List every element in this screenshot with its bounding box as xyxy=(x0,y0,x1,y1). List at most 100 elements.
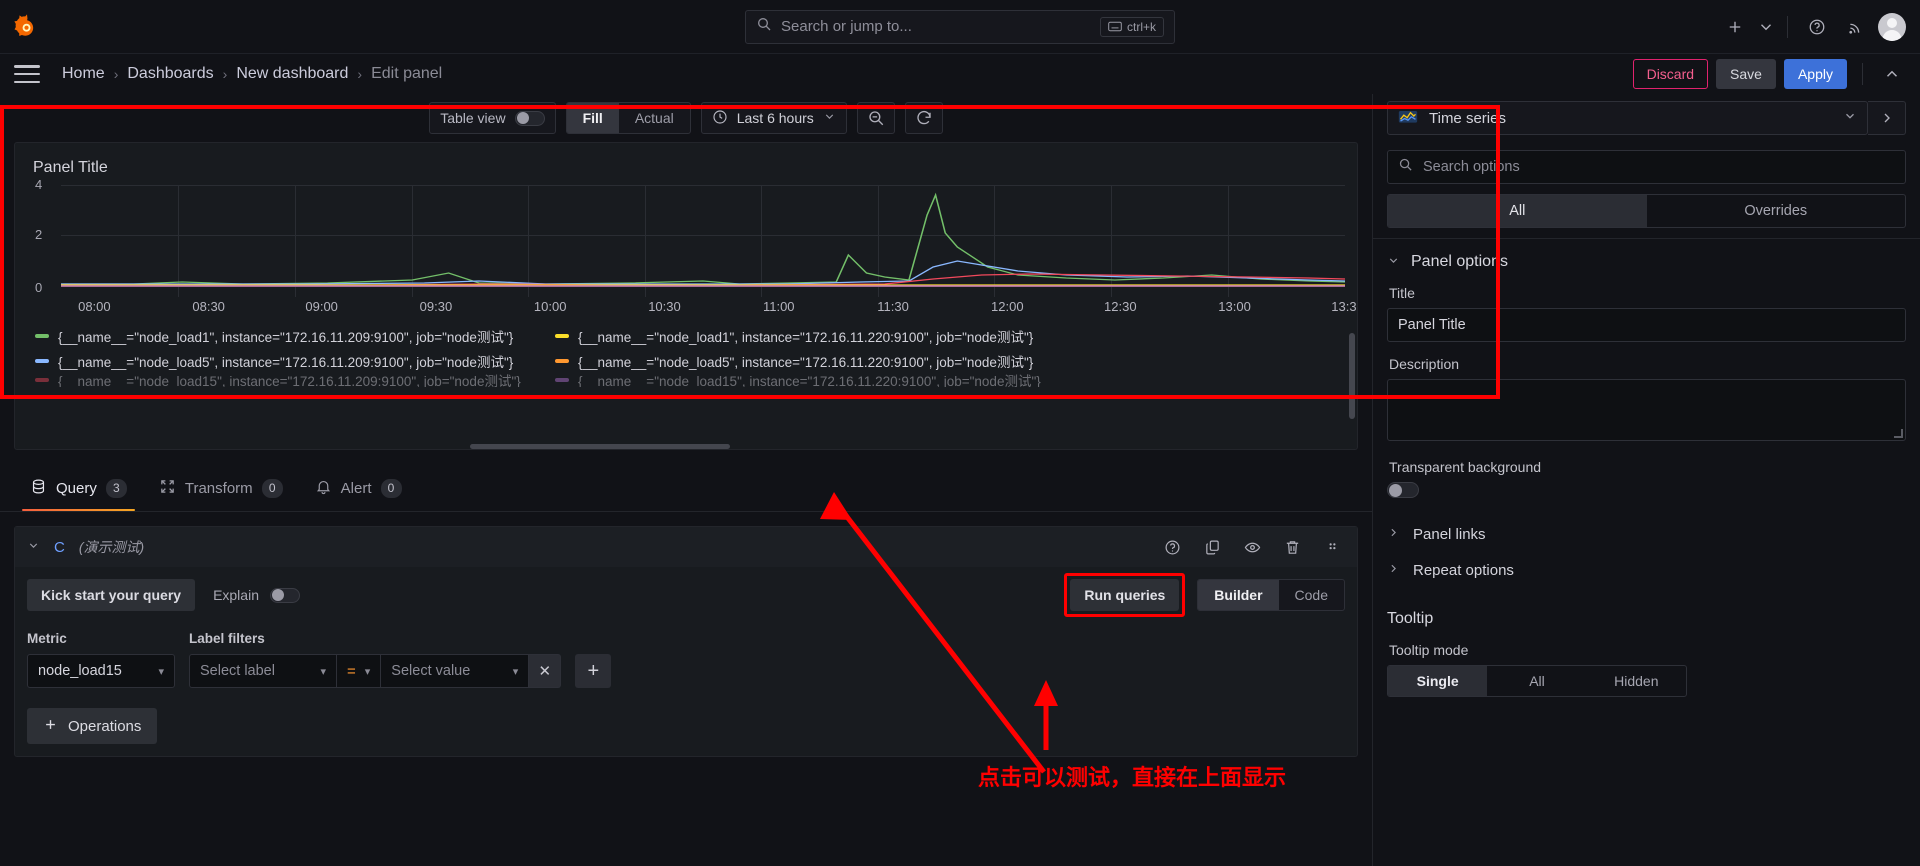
table-view-label: Table view xyxy=(440,110,506,126)
bell-icon xyxy=(315,478,332,499)
panel-options-section-header[interactable]: Panel options xyxy=(1387,253,1906,271)
breadcrumb-separator: › xyxy=(357,66,363,82)
run-queries-button[interactable]: Run queries xyxy=(1070,579,1180,611)
zoom-out-group xyxy=(856,102,895,134)
operations-button[interactable]: Operations xyxy=(27,708,158,744)
help-icon[interactable] xyxy=(1800,10,1834,44)
tab-alert[interactable]: Alert 0 xyxy=(299,465,418,511)
options-search-input[interactable]: Search options xyxy=(1387,150,1906,184)
options-tabs: All Overrides xyxy=(1387,194,1906,228)
remove-label-filter-button[interactable]: ✕ xyxy=(529,654,562,688)
legend-row: {__name__="node_load15", instance="172.1… xyxy=(35,373,1345,387)
discard-button[interactable]: Discard xyxy=(1632,59,1709,89)
table-view-switch[interactable] xyxy=(514,110,545,126)
metric-field-group: Metric node_load15 ▾ xyxy=(27,631,175,688)
kick-start-query-button[interactable]: Kick start your query xyxy=(27,579,196,611)
select-label-dropdown[interactable]: Select label ▾ xyxy=(189,654,337,688)
chevron-down-icon[interactable] xyxy=(27,539,40,555)
legend-item[interactable]: {__name__="node_load1", instance="172.16… xyxy=(35,326,555,346)
tooltip-mode-label: Tooltip mode xyxy=(1389,642,1469,658)
divider xyxy=(1787,15,1788,38)
x-tick-4: 10:00 xyxy=(533,299,567,314)
tab-overrides[interactable]: Overrides xyxy=(1647,195,1906,227)
time-range-picker[interactable]: Last 6 hours xyxy=(702,109,846,128)
panel-links-section[interactable]: Panel links xyxy=(1387,516,1906,552)
code-option[interactable]: Code xyxy=(1279,580,1344,610)
add-label-filter-button[interactable]: + xyxy=(575,654,612,688)
tab-all[interactable]: All xyxy=(1388,195,1647,227)
grafana-edit-panel-page: Search or jump to... ctrl+k Home › Dashb… xyxy=(0,0,1920,866)
legend-item[interactable]: {__name__="node_load15", instance="172.1… xyxy=(35,373,555,387)
collapse-header-icon[interactable] xyxy=(1878,60,1906,88)
operator-dropdown[interactable]: = ▾ xyxy=(337,654,382,688)
search-shortcut-badge: ctrl+k xyxy=(1099,16,1164,37)
news-icon[interactable] xyxy=(1839,10,1873,44)
legend-swatch xyxy=(35,378,49,382)
explain-switch[interactable] xyxy=(269,587,300,603)
query-ref-id[interactable]: C xyxy=(54,539,65,556)
chevron-down-icon: ▾ xyxy=(364,665,371,678)
tooltip-mode-all[interactable]: All xyxy=(1487,666,1586,696)
save-button[interactable]: Save xyxy=(1716,59,1776,89)
chevron-down-icon[interactable] xyxy=(1757,10,1775,44)
builder-option[interactable]: Builder xyxy=(1198,580,1279,610)
legend-item[interactable]: {__name__="node_load15", instance="172.1… xyxy=(555,373,1075,387)
tooltip-section-header[interactable]: Tooltip xyxy=(1387,610,1906,628)
chevron-right-icon xyxy=(1387,526,1400,542)
tooltip-mode-single[interactable]: Single xyxy=(1388,666,1488,696)
repeat-options-section[interactable]: Repeat options xyxy=(1387,552,1906,588)
y-tick-0: 0 xyxy=(35,280,43,295)
x-tick-3: 09:30 xyxy=(419,299,453,314)
plus-icon xyxy=(43,717,58,736)
grafana-logo[interactable] xyxy=(0,13,54,41)
title-field-label: Title xyxy=(1389,285,1415,301)
help-icon[interactable] xyxy=(1159,534,1185,560)
zoom-out-icon[interactable] xyxy=(858,102,894,134)
panel-title-input[interactable]: Panel Title xyxy=(1387,308,1906,342)
apply-button[interactable]: Apply xyxy=(1783,59,1847,89)
plus-icon[interactable] xyxy=(1718,10,1752,44)
breadcrumb-item-new-dashboard[interactable]: New dashboard xyxy=(236,65,348,83)
legend-item[interactable]: {__name__="node_load1", instance="172.16… xyxy=(555,326,1075,346)
x-tick-7: 11:30 xyxy=(877,299,909,314)
duplicate-icon[interactable] xyxy=(1199,534,1225,560)
legend-item[interactable]: {__name__="node_load5", instance="172.16… xyxy=(555,351,1075,371)
time-series-icon xyxy=(1398,108,1418,129)
transparent-background-switch[interactable] xyxy=(1387,482,1419,498)
tooltip-mode-hidden[interactable]: Hidden xyxy=(1587,666,1686,696)
fill-option[interactable]: Fill xyxy=(566,103,619,133)
tab-query-count: 3 xyxy=(105,478,127,498)
drag-handle-icon[interactable] xyxy=(1319,534,1345,560)
chevron-down-icon: ▾ xyxy=(512,665,519,678)
actual-option[interactable]: Actual xyxy=(619,103,690,133)
x-tick-6: 11:00 xyxy=(762,299,795,314)
tab-transform-label: Transform xyxy=(184,479,253,497)
select-value-dropdown[interactable]: Select value ▾ xyxy=(381,654,530,688)
breadcrumb-item-dashboards[interactable]: Dashboards xyxy=(127,65,213,83)
legend-scrollbar[interactable] xyxy=(1349,333,1355,419)
run-queries-highlight: Run queries xyxy=(1064,573,1186,617)
tab-transform[interactable]: Transform 0 xyxy=(143,465,299,511)
chart-plot-area[interactable]: 4 2 0 xyxy=(35,177,1345,297)
menu-toggle-icon[interactable] xyxy=(14,65,40,83)
options-pane-collapse-icon[interactable] xyxy=(1868,101,1906,135)
clock-icon xyxy=(712,109,728,128)
breadcrumb-item-home[interactable]: Home xyxy=(62,65,105,83)
search-placeholder: Search or jump to... xyxy=(781,18,912,35)
table-view-toggle-group[interactable]: Table view xyxy=(429,102,556,134)
avatar[interactable] xyxy=(1878,12,1906,41)
search-input[interactable]: Search or jump to... ctrl+k xyxy=(745,9,1175,44)
eye-icon[interactable] xyxy=(1239,534,1265,560)
metric-select[interactable]: node_load15 ▾ xyxy=(27,654,175,688)
panel-resize-handle[interactable] xyxy=(470,444,730,449)
tab-query[interactable]: Query 3 xyxy=(14,465,143,511)
tab-alert-count: 0 xyxy=(380,478,402,498)
legend-item[interactable]: {__name__="node_load5", instance="172.16… xyxy=(35,351,555,371)
global-search-wrapper: Search or jump to... ctrl+k xyxy=(745,9,1175,44)
panel-description-textarea[interactable] xyxy=(1387,379,1906,441)
viz-type-button[interactable]: Time series xyxy=(1387,101,1868,135)
refresh-icon[interactable] xyxy=(906,102,942,134)
panel-and-query-column: Table view Fill Actual Last 6 hours Pane… xyxy=(0,94,1372,866)
select-value-placeholder: Select value xyxy=(391,663,471,679)
trash-icon[interactable] xyxy=(1279,534,1305,560)
